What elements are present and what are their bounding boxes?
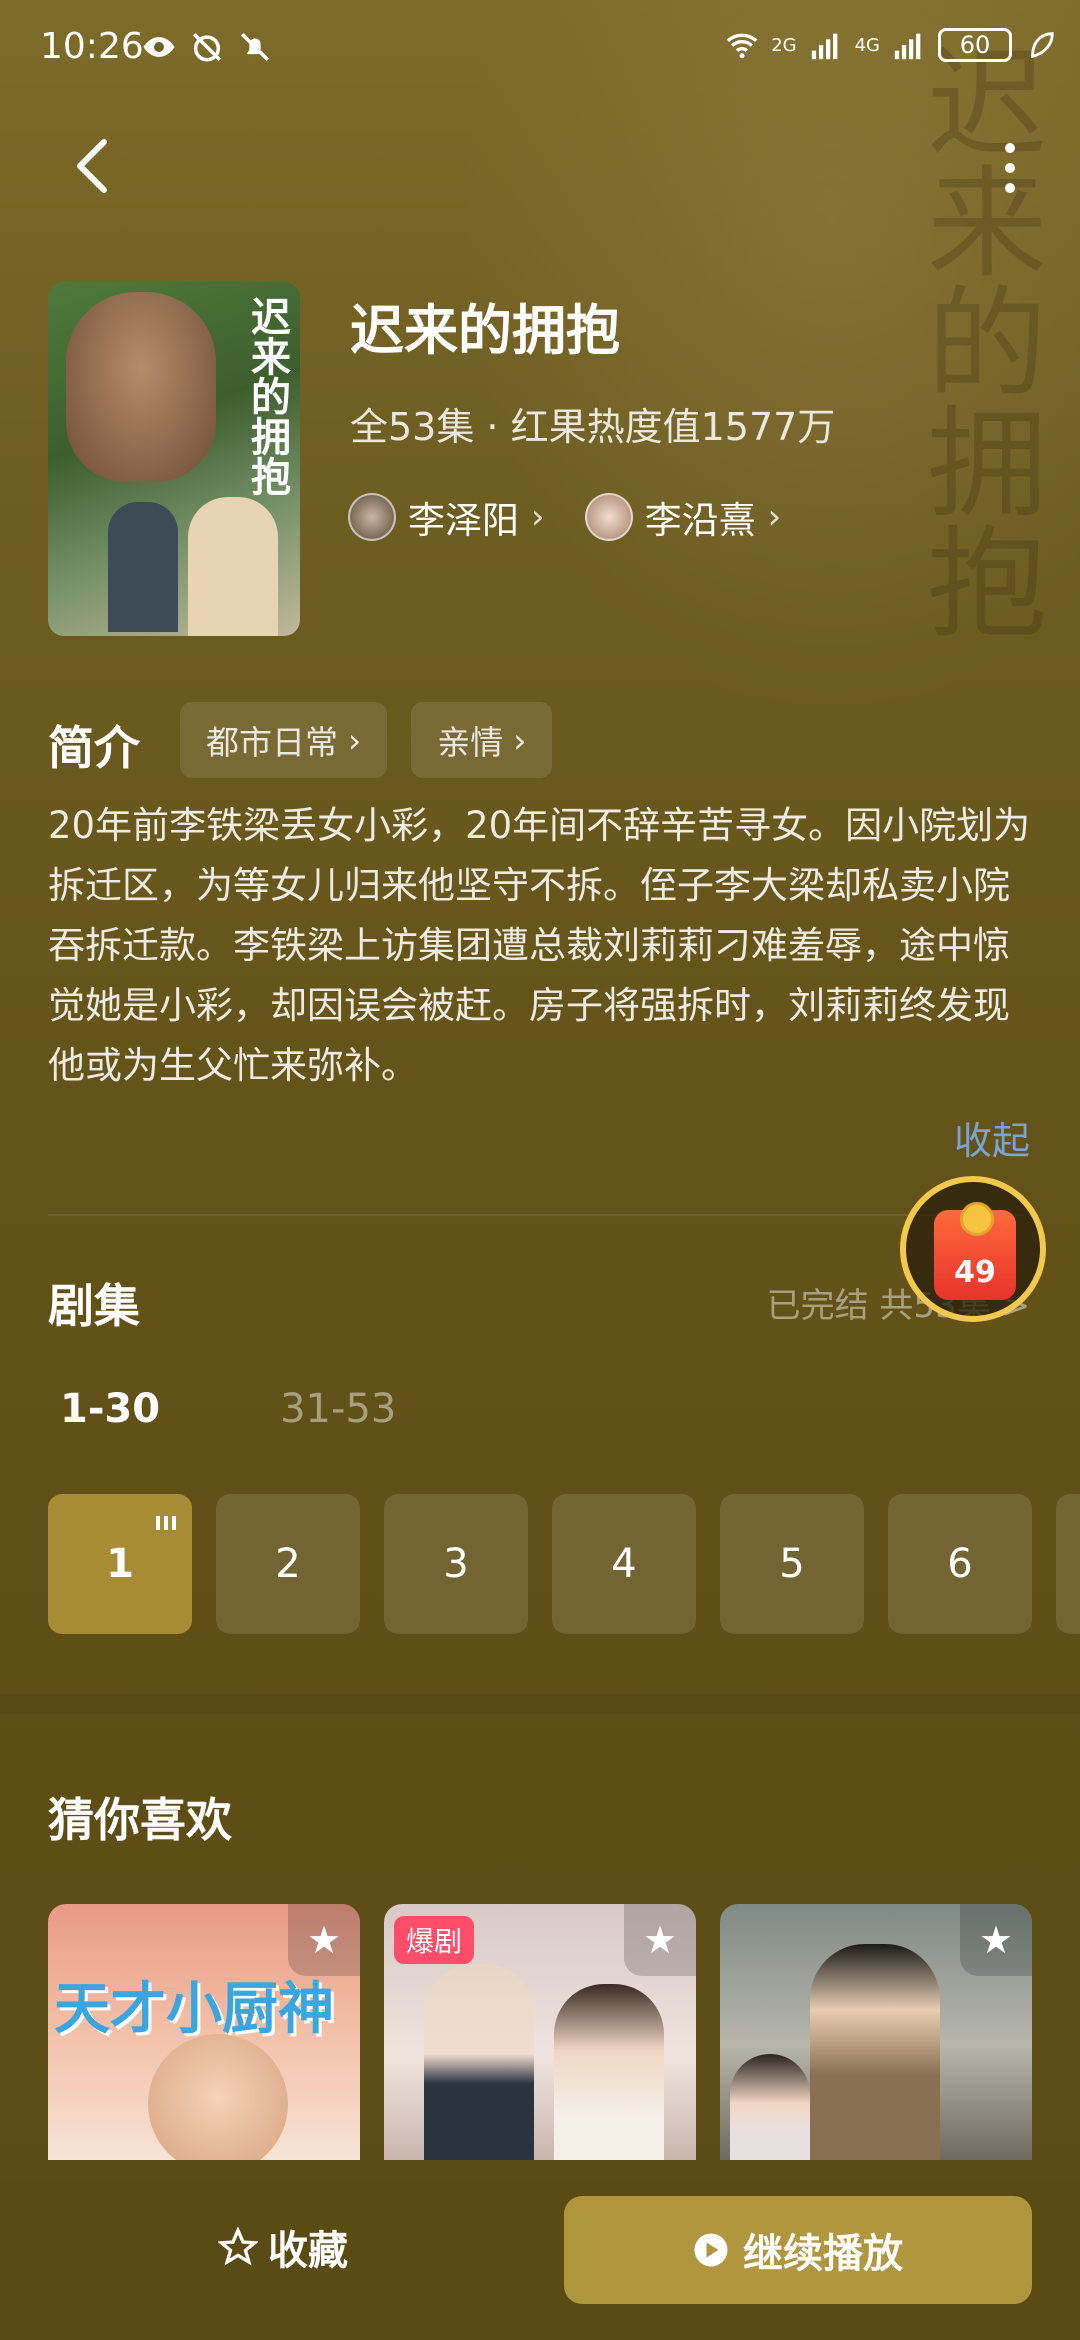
episode-button[interactable]: 1 — [48, 1494, 192, 1634]
battery-indicator: 60 — [938, 28, 1012, 62]
red-packet-count: 49 — [954, 1255, 996, 1290]
network-4g-label: 4G — [854, 34, 880, 56]
back-icon[interactable] — [70, 136, 118, 196]
chevron-right-icon: › — [348, 720, 362, 760]
wifi-icon — [726, 33, 758, 59]
tag-chip[interactable]: 亲情 › — [411, 702, 553, 778]
playing-bars-icon — [156, 1516, 176, 1530]
card-figure — [424, 1964, 534, 2160]
episode-number: 3 — [443, 1541, 469, 1587]
episode-range-tabs: 1-30 31-53 — [60, 1386, 396, 1432]
status-right: 2G 4G 60 — [725, 28, 1058, 62]
mute-icon — [240, 32, 270, 62]
more-icon[interactable] — [1000, 140, 1020, 196]
actor-list: 李泽阳 › 李沿熹 › — [348, 490, 781, 544]
continue-play-button[interactable]: 继续播放 — [564, 2196, 1032, 2304]
episode-number: 4 — [611, 1541, 637, 1587]
tag-label: 亲情 — [437, 723, 504, 762]
recommend-card[interactable]: 天才小厨神 ★ — [48, 1904, 360, 2160]
poster-figure-3 — [188, 497, 278, 636]
card-figure — [810, 1944, 940, 2160]
episode-button[interactable]: 2 — [216, 1494, 360, 1634]
chevron-right-icon: › — [767, 497, 782, 537]
drama-meta: 全53集 · 红果热度值1577万 — [350, 405, 836, 449]
episode-number: 5 — [779, 1541, 805, 1587]
avatar — [348, 493, 396, 541]
star-icon[interactable]: ★ — [624, 1904, 696, 1976]
coin-icon — [960, 1202, 994, 1236]
status-time: 10:26 — [40, 26, 144, 67]
intro-heading: 简介 — [48, 721, 140, 775]
card-figure — [148, 2034, 288, 2160]
star-icon[interactable]: ★ — [288, 1904, 360, 1976]
background-calligraphy: 迟来的拥抱 — [906, 40, 1045, 640]
episode-grid: 1 2 3 4 5 6 — [48, 1494, 1080, 1634]
tab-range-31-53[interactable]: 31-53 — [280, 1386, 396, 1432]
collapse-button[interactable]: 收起 — [954, 1110, 1030, 1165]
status-bar: 10:26 2G 4G 60 — [0, 0, 1080, 100]
actor-item[interactable]: 李泽阳 › — [348, 490, 545, 544]
network-2g-label: 2G — [771, 34, 797, 56]
card-cover-title: 天才小厨神 — [54, 1977, 334, 2042]
poster-figure-2 — [108, 502, 178, 632]
episode-button[interactable]: 5 — [720, 1494, 864, 1634]
episodes-heading: 剧集 — [48, 1279, 140, 1333]
play-icon — [694, 2233, 728, 2267]
red-packet-widget[interactable]: 49 — [900, 1176, 1046, 1322]
recommend-heading: 猜你喜欢 — [48, 1793, 232, 1847]
leaf-icon — [1031, 32, 1054, 59]
favorite-button[interactable]: 收藏 — [218, 2218, 348, 2276]
card-figure — [554, 1984, 664, 2160]
episode-button[interactable] — [1056, 1494, 1080, 1634]
chevron-right-icon: › — [531, 497, 545, 537]
signal-icon-2 — [894, 33, 921, 60]
card-figure — [730, 2054, 810, 2160]
actor-name: 李沿熹 — [644, 499, 756, 542]
recommend-list: 天才小厨神 ★ 爆剧 ★ ★ — [48, 1904, 1032, 2160]
eye-icon — [143, 37, 175, 57]
section-separator — [0, 1694, 1080, 1714]
star-outline-icon — [218, 2227, 258, 2266]
episode-number: 2 — [275, 1541, 301, 1587]
episode-button[interactable]: 6 — [888, 1494, 1032, 1634]
episode-button[interactable]: 4 — [552, 1494, 696, 1634]
recommend-card[interactable]: 爆剧 ★ — [384, 1904, 696, 2160]
signal-icon — [811, 33, 837, 60]
actor-name: 李泽阳 — [408, 499, 519, 542]
actor-item[interactable]: 李沿熹 › — [584, 490, 782, 544]
drama-poster[interactable]: 迟来的拥抱 — [48, 282, 300, 636]
alarm-off-icon — [192, 32, 222, 62]
hot-badge: 爆剧 — [394, 1916, 475, 1964]
chevron-right-icon: › — [513, 720, 527, 760]
avatar — [584, 493, 633, 541]
status-icons — [142, 30, 272, 64]
episode-button[interactable]: 3 — [384, 1494, 528, 1634]
intro-description: 20年前李铁梁丢女小彩，20年间不辞辛苦寻女。因小院划为拆迁区，为等女儿归来他坚… — [48, 804, 1031, 1087]
play-label: 继续播放 — [743, 2231, 903, 2277]
tag-label: 都市日常 — [206, 723, 338, 762]
tag-chip[interactable]: 都市日常 › — [180, 702, 388, 778]
poster-title-art: 迟来的拥抱 — [244, 296, 291, 496]
tab-range-1-30[interactable]: 1-30 — [60, 1386, 160, 1432]
episode-number: 1 — [106, 1541, 134, 1587]
tag-list: 都市日常 › 亲情 › — [180, 702, 553, 778]
divider — [48, 1214, 1038, 1216]
episode-number: 6 — [947, 1541, 973, 1587]
drama-title: 迟来的拥抱 — [350, 299, 620, 362]
poster-figure — [66, 292, 216, 482]
recommend-card[interactable]: ★ — [720, 1904, 1032, 2160]
favorite-label: 收藏 — [268, 2228, 348, 2274]
star-icon[interactable]: ★ — [960, 1904, 1032, 1976]
